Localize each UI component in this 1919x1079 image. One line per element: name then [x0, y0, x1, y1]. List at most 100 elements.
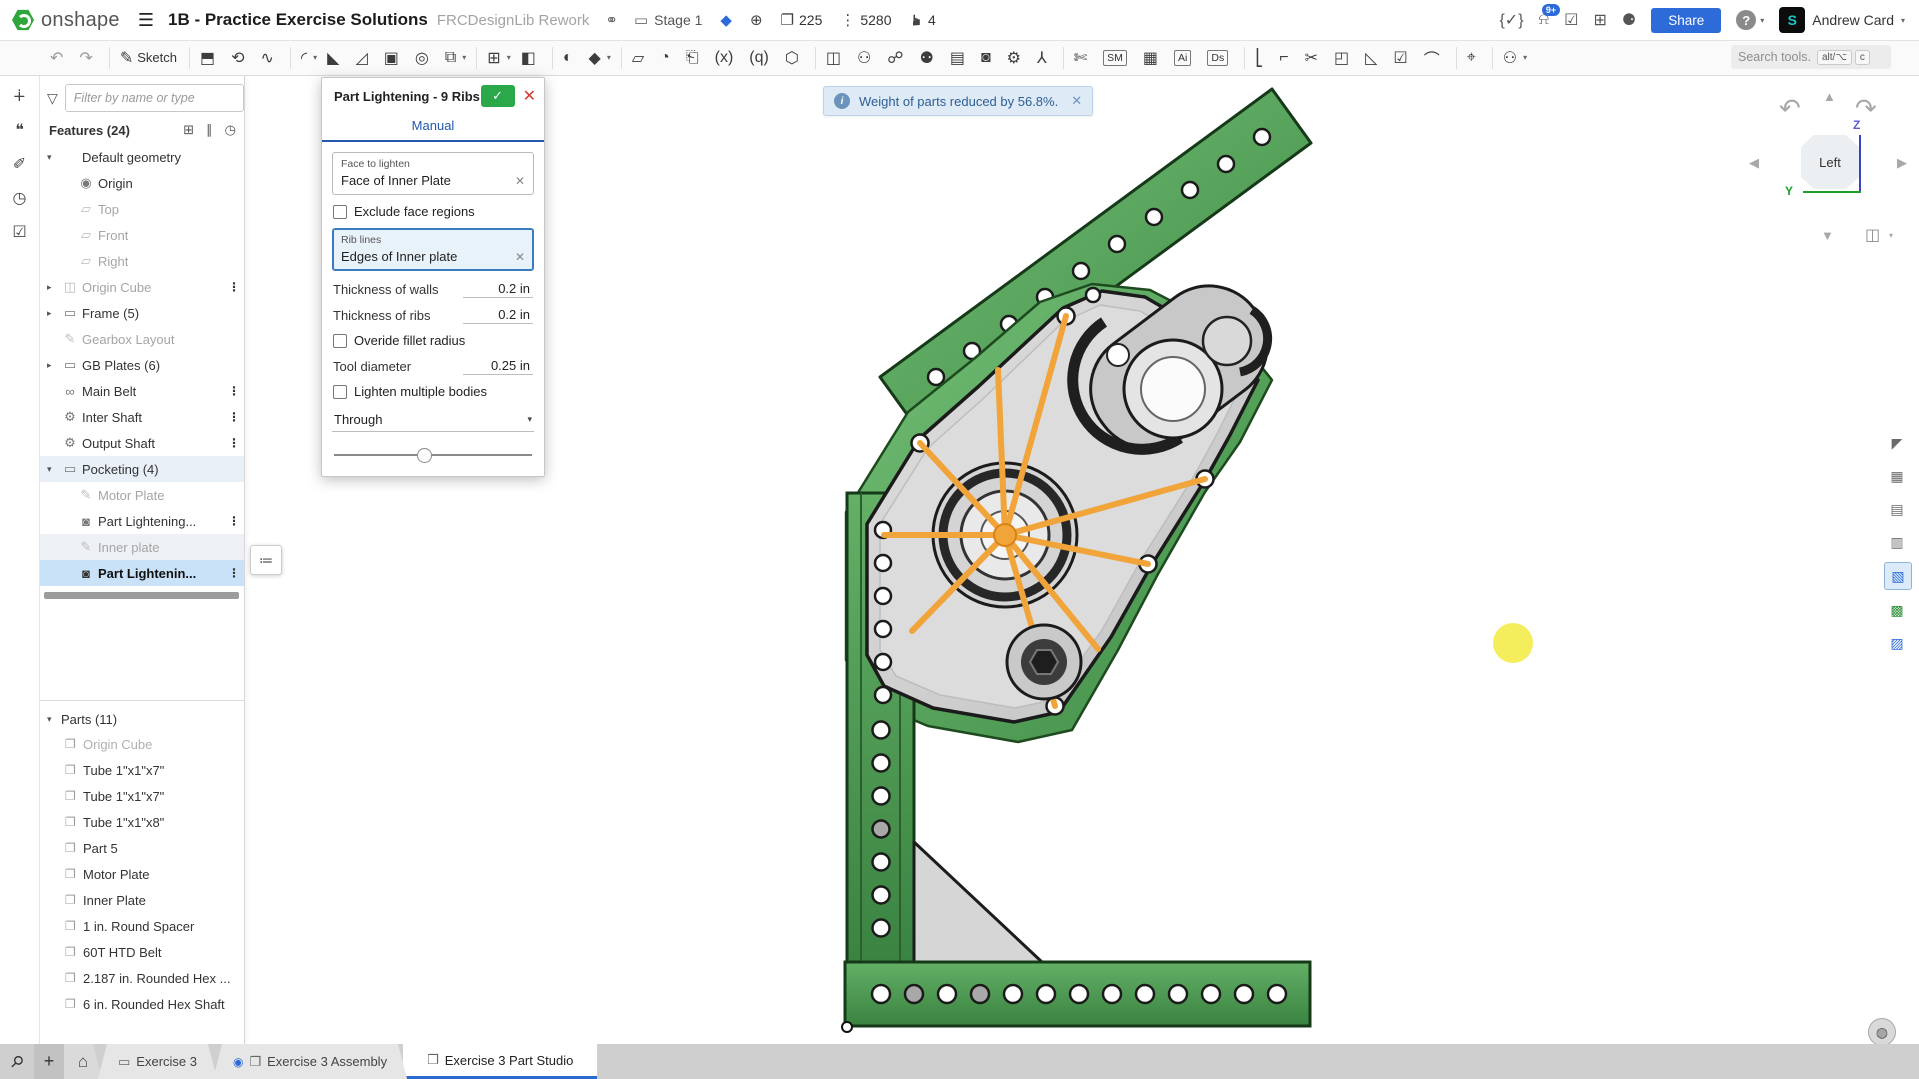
document-title[interactable]: 1B - Practice Exercise Solutions [168, 10, 428, 30]
mate-connector-icon[interactable]: ⌖ [1464, 45, 1485, 71]
toolbar-icon[interactable] [621, 47, 622, 69]
gusset-plate-part[interactable] [914, 842, 1043, 963]
toolbar-icon[interactable] [109, 47, 110, 69]
part-row[interactable]: ❐ Tube 1"x1"x7" [39, 783, 244, 809]
rotate-right-icon[interactable]: ▶ [1897, 155, 1907, 171]
learning-center-icon[interactable]: ⚈ [1622, 10, 1636, 30]
linear-pattern-icon[interactable]: ⧉ ▾ [442, 45, 469, 71]
search-tools-box[interactable]: alt/⌥ c [1731, 45, 1891, 69]
toolbar-icon[interactable] [1492, 47, 1493, 69]
feature-row[interactable]: ◙ Part Lightenin... ⋮ [39, 560, 244, 586]
helix-icon[interactable]: ◔ [657, 45, 679, 71]
frame-icon[interactable]: ⬡ [782, 45, 808, 71]
part-row[interactable]: ❐ 60T HTD Belt [39, 939, 244, 965]
hole-icon[interactable]: ◎ [412, 45, 438, 71]
part-row[interactable]: ❐ Inner Plate [39, 887, 244, 913]
feature-row[interactable]: ▱ Right [39, 248, 244, 274]
gear-generator-icon[interactable]: ⚙ [1004, 45, 1030, 71]
checkbox-icon[interactable] [333, 385, 347, 399]
corner-icon[interactable]: ◰ [1331, 45, 1358, 71]
chamfer-icon[interactable]: ◣ [324, 45, 348, 71]
rollback-icon[interactable]: ◷ [225, 122, 236, 138]
wire-icon[interactable]: ⌒ [1421, 45, 1449, 71]
clear-selection-icon[interactable]: ✕ [515, 174, 525, 188]
parts-header[interactable]: ▾ Parts (11) [39, 707, 244, 731]
feature-row[interactable]: ✎ Inner plate [39, 534, 244, 560]
tree-caret-icon[interactable]: ▸ [47, 282, 61, 293]
home-tab-button[interactable]: ⌂ [64, 1044, 102, 1079]
fillet-icon[interactable]: ◜ ▾ [298, 45, 320, 71]
part-row[interactable]: ❐ 6 in. Rounded Hex Shaft [39, 991, 244, 1017]
checkbox-icon[interactable] [333, 334, 347, 348]
public-badge[interactable]: ⊕ [750, 11, 763, 29]
bend-icon[interactable]: ⌐ [1276, 45, 1297, 71]
toolbar-icon[interactable] [476, 47, 477, 69]
feature-row[interactable]: ▸ ◫ Origin Cube ⋮ [39, 274, 244, 300]
draft-icon[interactable]: ◿ [352, 45, 376, 71]
through-select[interactable]: Through ▾ [332, 408, 534, 432]
tab-exercise-3[interactable]: ▭ Exercise 3 [98, 1044, 217, 1079]
toolbar-icon[interactable] [1244, 47, 1245, 69]
filter-funnel-icon[interactable]: ▽ [47, 90, 58, 107]
education-badge[interactable]: ◆ [720, 11, 732, 29]
depth-slider[interactable] [334, 448, 532, 462]
feature-row[interactable]: ⚙ Inter Shaft ⋮ [39, 404, 244, 430]
sheetmetal-icon[interactable]: SM [1100, 45, 1136, 71]
rotate-down-icon[interactable]: ▼ [1821, 228, 1834, 243]
appearance-icon[interactable]: ◆ ▾ [586, 45, 614, 71]
tree-caret-icon[interactable]: ▾ [47, 464, 61, 475]
insert-feature-icon[interactable]: ∔ [5, 81, 35, 111]
tree-caret-icon[interactable]: ▾ [47, 714, 61, 725]
redo-icon[interactable]: ↷ [76, 45, 101, 71]
hem-icon[interactable]: ◺ [1362, 45, 1386, 71]
tree-caret-icon[interactable]: ▸ [47, 308, 61, 319]
rotate-up-icon[interactable]: ▲ [1823, 89, 1836, 104]
walls-value-input[interactable]: 0.2 in [463, 280, 533, 298]
tasks-icon[interactable]: ☑ [1564, 10, 1578, 30]
shell-icon[interactable]: ▣ [381, 45, 408, 71]
tab-manual[interactable]: Manual [412, 118, 455, 133]
named-views-icon[interactable]: ▥ [1884, 529, 1910, 555]
variable-icon[interactable]: (x) [712, 45, 743, 71]
film-icon[interactable]: ▦ [1140, 45, 1167, 71]
app-store-icon[interactable]: ⊞ [1593, 10, 1606, 30]
toolbar-icon[interactable] [815, 47, 816, 69]
rib-lines-field[interactable]: Rib lines Edges of Inner plate ✕ [332, 228, 534, 271]
toolbar-icon[interactable] [189, 47, 190, 69]
part-row[interactable]: ❐ 1 in. Round Spacer [39, 913, 244, 939]
robot-parts-icon[interactable]: ⚉ [917, 45, 943, 71]
feature-menu-icon[interactable]: ⋮ [228, 384, 238, 398]
help-menu[interactable]: ? ▾ [1736, 10, 1764, 30]
checklist-icon[interactable]: ☑ [5, 217, 35, 247]
toolbar-icon[interactable] [552, 47, 553, 69]
breadcrumb[interactable]: Stage 1 [654, 12, 702, 28]
undo-icon[interactable]: ↶ [47, 45, 72, 71]
mkcad-robot-icon[interactable]: ⚇ [854, 45, 880, 71]
sweep-icon[interactable]: ∿ [258, 45, 283, 71]
toolbar-icon[interactable] [290, 47, 291, 69]
rotate-left-icon[interactable]: ◀ [1749, 155, 1759, 171]
part-row[interactable]: ❐ 2.187 in. Rounded Hex ... [39, 965, 244, 991]
slider-track[interactable] [334, 454, 532, 456]
history-icon[interactable]: ◷ [5, 183, 35, 213]
feature-row[interactable]: ∞ Main Belt ⋮ [39, 378, 244, 404]
feature-menu-icon[interactable]: ⋮ [228, 410, 238, 424]
override-fillet-radius-checkbox[interactable]: Overide fillet radius [333, 333, 533, 348]
notes-icon[interactable]: ✐ [5, 149, 35, 179]
feature-row[interactable]: ▸ ▭ Frame (5) [39, 300, 244, 326]
part-lightening-tool-icon[interactable]: ◙ [978, 45, 1000, 71]
view-cube-face[interactable]: Left [1801, 135, 1859, 189]
views-stat[interactable]: ⋮ 5280 [840, 11, 891, 29]
help-bubble-icon[interactable]: ◍ [1868, 1018, 1896, 1046]
onshape-logo-icon[interactable] [12, 9, 34, 31]
cube-tool-icon[interactable]: ◫ [823, 45, 850, 71]
boolean-icon[interactable]: ◧ [518, 45, 545, 71]
tab-feature-icon[interactable]: ☑ [1390, 45, 1416, 71]
tab-search-button[interactable]: ⚲ [0, 1044, 34, 1079]
parts-visibility-icon[interactable]: ▩ [1884, 597, 1910, 623]
cad-viewport[interactable] [0, 0, 1919, 1079]
feature-row[interactable]: ◙ Part Lightening... ⋮ [39, 508, 244, 534]
lighten-multiple-bodies-checkbox[interactable]: Lighten multiple bodies [333, 384, 533, 399]
extrude-icon[interactable]: ⬒ [197, 45, 224, 71]
chevron-down-icon[interactable]: ▾ [1889, 231, 1893, 240]
